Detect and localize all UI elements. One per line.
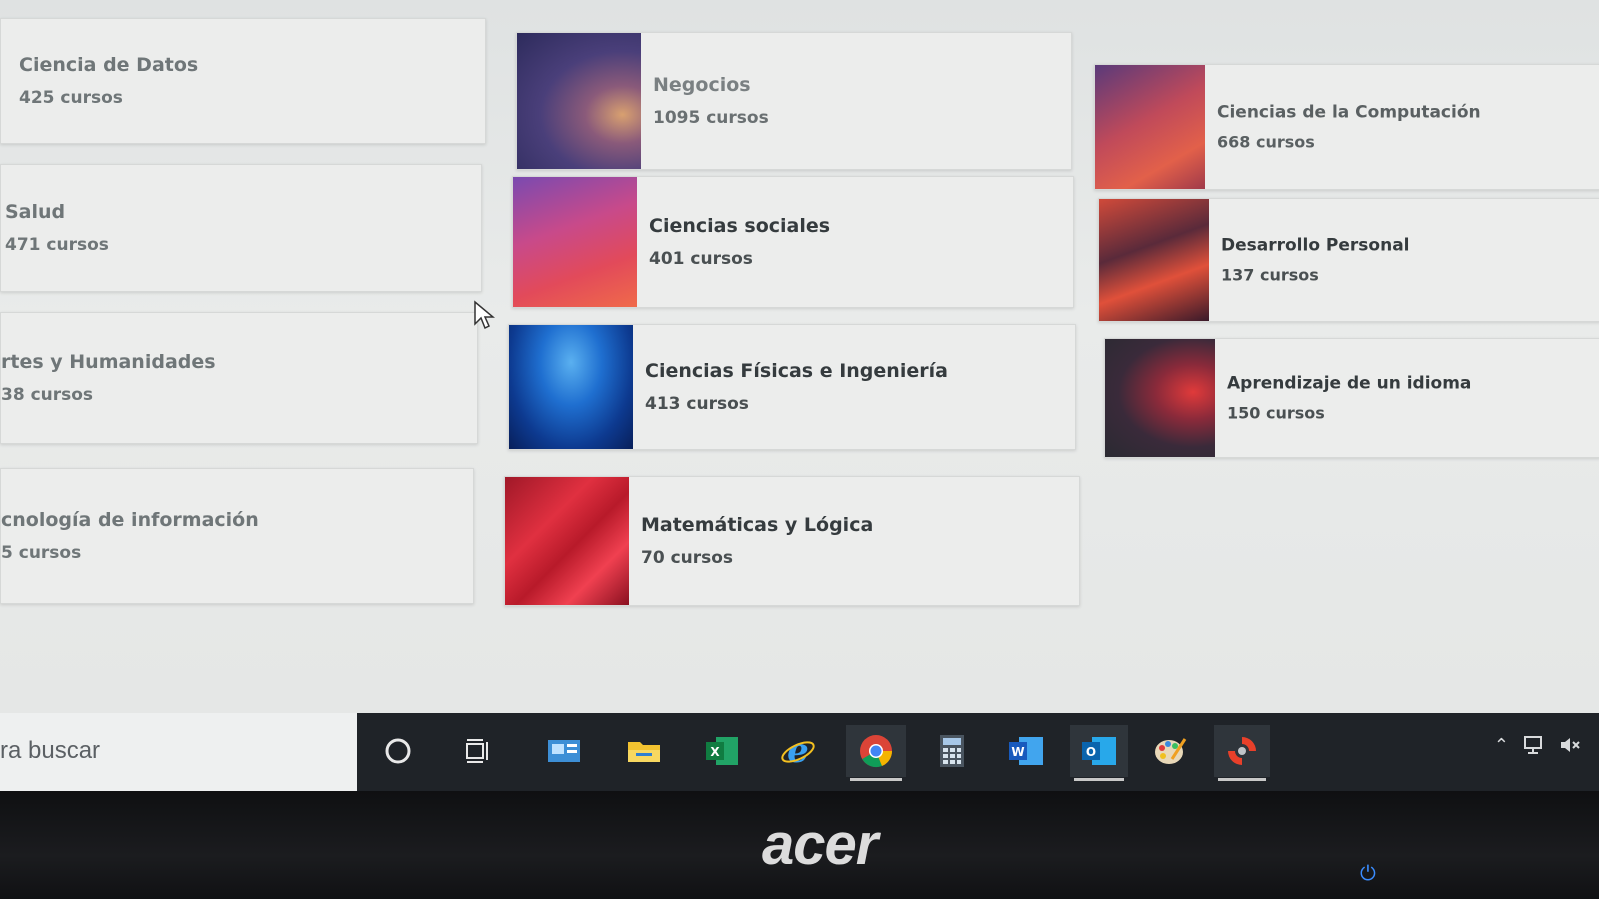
category-title: Ciencia de Datos [19, 54, 199, 76]
category-title: Aprendizaje de un idioma [1227, 373, 1472, 394]
category-count: 150 cursos [1227, 403, 1325, 423]
chrome-icon[interactable] [846, 725, 906, 781]
category-count: 425 cursos [19, 88, 123, 108]
power-icon[interactable]: ⏻ [1360, 861, 1376, 885]
system-tray: ⌃ [1494, 735, 1581, 756]
category-count: 1095 cursos [653, 108, 769, 128]
category-title: Ciencias Físicas e Ingeniería [645, 360, 948, 382]
task-view-icon[interactable] [452, 725, 504, 777]
category-thumbnail [505, 477, 629, 605]
word-icon[interactable]: W [1000, 725, 1052, 777]
category-card-desarrollo-personal[interactable]: Desarrollo Personal 137 cursos [1098, 198, 1599, 322]
cortana-icon[interactable] [372, 725, 424, 777]
category-card-ciencias-fisicas-e-ingenieria[interactable]: Ciencias Físicas e Ingeniería 413 cursos [508, 324, 1076, 450]
svg-text:O: O [1086, 745, 1096, 759]
category-title: Negocios [653, 74, 751, 96]
category-count: 471 cursos [5, 235, 109, 255]
category-thumbnail [1099, 199, 1209, 321]
category-thumbnail [509, 325, 633, 449]
volume-muted-icon[interactable] [1559, 735, 1581, 755]
svg-text:W: W [1011, 745, 1024, 759]
category-card-matematicas-y-logica[interactable]: Matemáticas y Lógica 70 cursos [504, 476, 1080, 606]
category-title: Ciencias sociales [649, 215, 831, 237]
category-count: 413 cursos [645, 394, 749, 414]
category-thumbnail [1095, 65, 1205, 189]
category-thumbnail [1105, 339, 1215, 457]
paint-icon[interactable] [1144, 725, 1196, 777]
category-count: 70 cursos [641, 548, 734, 568]
windows-taskbar: ra buscar X e W O ⌃ [0, 713, 1599, 791]
category-count: 401 cursos [649, 249, 753, 269]
monitor-bezel: acer ⏻ [0, 791, 1599, 899]
app-icon[interactable] [1214, 725, 1270, 781]
category-title: Ciencias de la Computación [1217, 102, 1481, 123]
excel-icon[interactable]: X [696, 725, 748, 777]
category-card-salud[interactable]: Salud 471 cursos [0, 164, 482, 292]
file-explorer-icon[interactable] [618, 725, 670, 777]
search-placeholder: ra buscar [0, 737, 101, 764]
svg-text:X: X [710, 745, 720, 759]
category-count: 5 cursos [1, 543, 82, 563]
category-card-negocios[interactable]: Negocios 1095 cursos [516, 32, 1072, 170]
mouse-cursor-icon [474, 300, 495, 330]
category-card-ciencias-sociales[interactable]: Ciencias sociales 401 cursos [512, 176, 1074, 308]
internet-explorer-icon[interactable]: e [772, 725, 824, 777]
category-count: 38 cursos [1, 385, 94, 405]
category-title: Desarrollo Personal [1221, 235, 1410, 256]
news-icon[interactable] [538, 725, 590, 777]
category-title: cnología de información [1, 509, 259, 531]
category-thumbnail [517, 33, 641, 169]
category-card-tecnologia-de-informacion[interactable]: cnología de información 5 cursos [0, 468, 474, 604]
calculator-icon[interactable] [926, 725, 978, 777]
category-title: rtes y Humanidades [1, 351, 216, 373]
network-icon[interactable] [1523, 735, 1545, 755]
svg-text:e: e [787, 732, 809, 770]
category-card-ciencia-de-datos[interactable]: Ciencia de Datos 425 cursos [0, 18, 486, 144]
category-count: 668 cursos [1217, 132, 1315, 152]
outlook-icon[interactable]: O [1070, 725, 1128, 781]
category-card-aprendizaje-de-un-idioma[interactable]: Aprendizaje de un idioma 150 cursos [1104, 338, 1599, 458]
browser-viewport: Ciencia de Datos 425 cursos Salud 471 cu… [0, 0, 1599, 790]
category-thumbnail [513, 177, 637, 307]
category-title: Salud [5, 201, 66, 223]
category-count: 137 cursos [1221, 265, 1319, 285]
category-card-artes-y-humanidades[interactable]: rtes y Humanidades 38 cursos [0, 312, 478, 444]
taskbar-search-input[interactable]: ra buscar [0, 713, 357, 791]
chevron-up-icon[interactable]: ⌃ [1494, 735, 1509, 756]
category-card-ciencias-de-la-computacion[interactable]: Ciencias de la Computación 668 cursos [1094, 64, 1599, 190]
category-title: Matemáticas y Lógica [641, 514, 874, 536]
monitor-brand-logo: acer [762, 812, 878, 877]
